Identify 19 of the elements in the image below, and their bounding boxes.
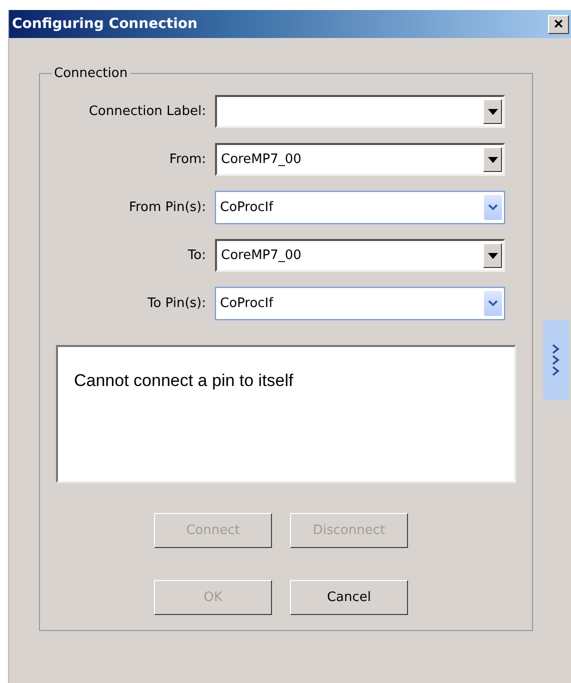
field-label: From Pin(s): bbox=[128, 200, 206, 215]
dropdown-field[interactable]: CoreMP7_00 bbox=[215, 143, 505, 176]
message-text: Cannot connect a pin to itself bbox=[74, 371, 294, 390]
field-label: To: bbox=[186, 248, 206, 263]
dropdown-field[interactable]: CoProcIf bbox=[215, 287, 505, 320]
field-label: Connection Label: bbox=[88, 104, 206, 119]
dropdown-field[interactable]: CoProcIf bbox=[215, 191, 505, 224]
window-title: Configuring Connection bbox=[12, 16, 198, 32]
expand-tab[interactable] bbox=[543, 320, 569, 400]
dialog-button[interactable]: Cancel bbox=[290, 580, 408, 615]
chevrons-right-icon bbox=[551, 343, 561, 377]
dropdown-field[interactable]: CoreMP7_00 bbox=[215, 239, 505, 272]
field-label: To Pin(s): bbox=[146, 296, 206, 311]
chevron-down-icon bbox=[484, 195, 502, 220]
close-button[interactable]: × bbox=[548, 14, 569, 34]
field-label: From: bbox=[168, 152, 206, 167]
dropdown-field[interactable] bbox=[215, 95, 505, 128]
chevron-down-icon bbox=[484, 291, 502, 316]
group-title: Connection bbox=[53, 66, 129, 81]
